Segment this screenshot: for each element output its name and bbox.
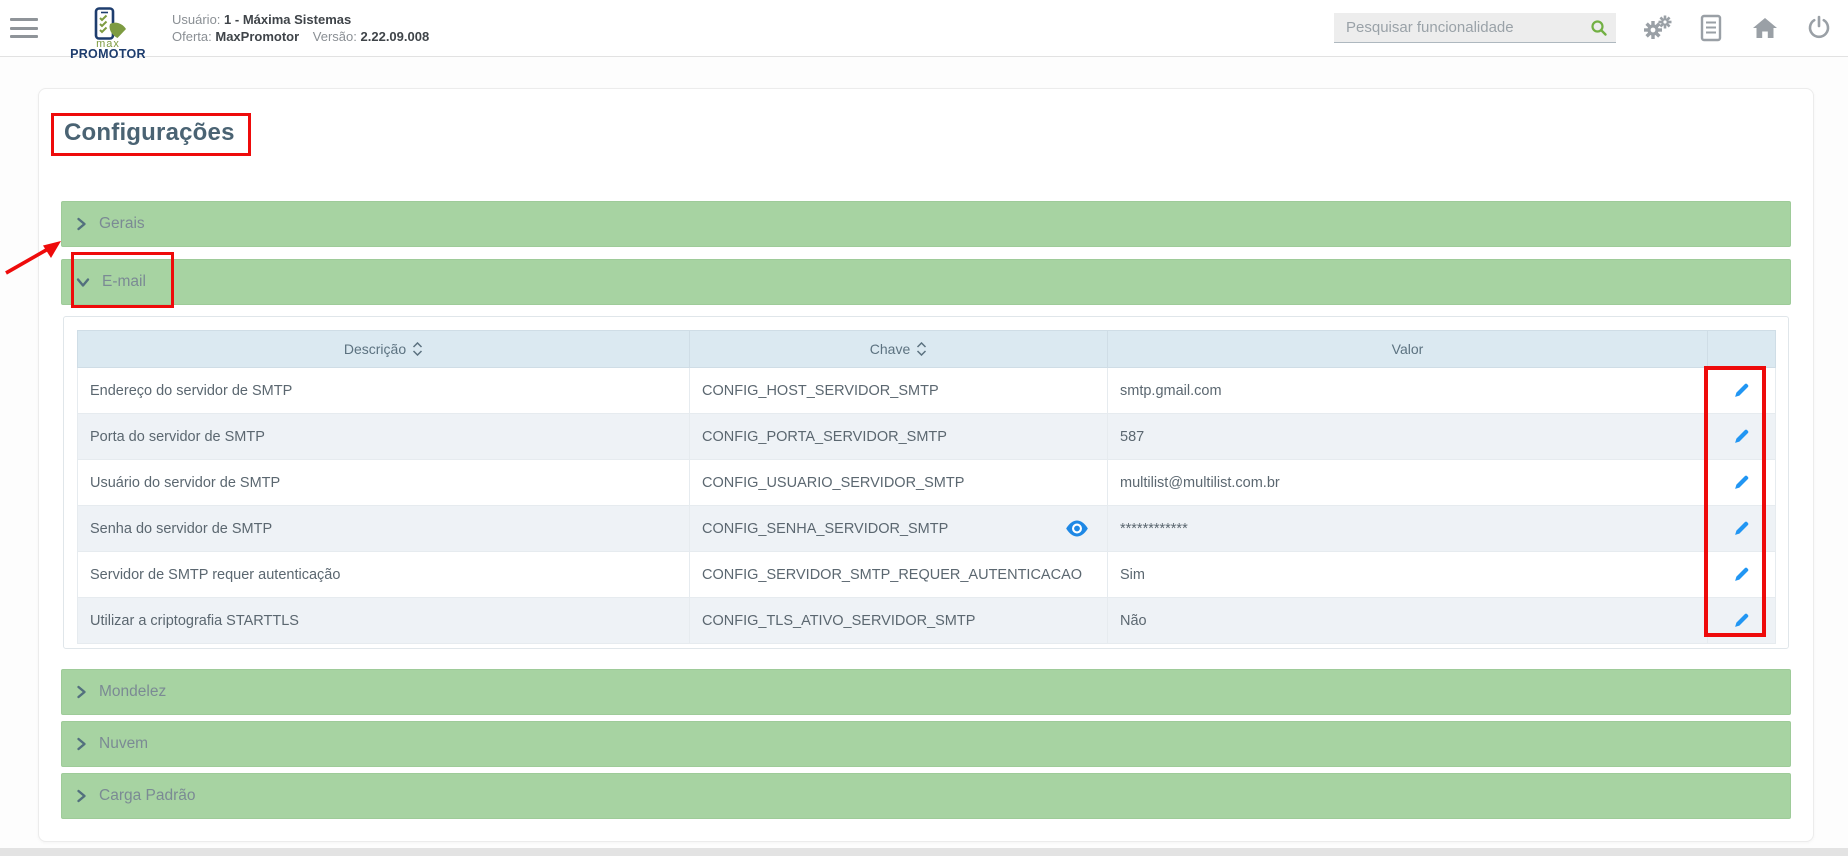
table-row: Senha do servidor de SMTP CONFIG_SENHA_S… — [77, 505, 1776, 552]
document-icon[interactable] — [1696, 13, 1726, 43]
cell-descricao: Servidor de SMTP requer autenticação — [77, 551, 690, 598]
session-info: Usuário: 1 - Máxima Sistemas Oferta: Max… — [172, 11, 429, 45]
column-header-descricao[interactable]: Descrição — [77, 330, 690, 368]
search-input[interactable] — [1334, 19, 1582, 36]
cell-valor: ************ — [1107, 505, 1708, 552]
user-value: 1 - Máxima Sistemas — [224, 12, 352, 27]
edit-pencil-icon[interactable] — [1729, 516, 1755, 542]
app-window: max PROMOTOR Usuário: 1 - Máxima Sistema… — [0, 0, 1848, 856]
email-config-table: Descrição Chave Valor Endereço do servid… — [77, 330, 1776, 644]
cell-valor: multilist@multilist.com.br — [1107, 459, 1708, 506]
cell-chave: CONFIG_USUARIO_SERVIDOR_SMTP — [689, 459, 1108, 506]
accordion-label: E-mail — [102, 273, 146, 290]
search-icon[interactable] — [1582, 14, 1616, 42]
user-label: Usuário: — [172, 12, 221, 27]
edit-pencil-icon[interactable] — [1729, 608, 1755, 634]
cell-valor: 587 — [1107, 413, 1708, 460]
cell-chave: CONFIG_TLS_ATIVO_SERVIDOR_SMTP — [689, 597, 1108, 644]
feature-search — [1334, 13, 1616, 43]
table-row: Utilizar a criptografia STARTTLS CONFIG_… — [77, 597, 1776, 644]
annotation-title-box: Configurações — [51, 113, 251, 156]
home-icon[interactable] — [1750, 13, 1780, 43]
offer-value: MaxPromotor — [215, 29, 300, 44]
accordion-label: Mondelez — [99, 683, 167, 700]
version-value: 2.22.09.008 — [360, 29, 430, 44]
accordion-email[interactable]: E-mail — [61, 259, 1791, 305]
cell-chave: CONFIG_PORTA_SERVIDOR_SMTP — [689, 413, 1108, 460]
chevron-right-icon — [76, 217, 87, 231]
email-settings-panel: Descrição Chave Valor Endereço do servid… — [63, 316, 1789, 649]
logo-text-promotor: PROMOTOR — [70, 47, 146, 61]
settings-gears-icon[interactable] — [1642, 13, 1672, 43]
sort-icon[interactable] — [916, 342, 927, 356]
logo-phone-icon — [94, 7, 126, 40]
column-header-chave[interactable]: Chave — [689, 330, 1108, 368]
cell-descricao: Usuário do servidor de SMTP — [77, 459, 690, 506]
accordion-label: Nuvem — [99, 735, 149, 752]
hamburger-menu-icon[interactable] — [10, 18, 40, 38]
chevron-down-icon — [76, 277, 90, 288]
cell-chave: CONFIG_SENHA_SERVIDOR_SMTP — [689, 505, 1108, 552]
cell-chave: CONFIG_SERVIDOR_SMTP_REQUER_AUTENTICACAO — [689, 551, 1108, 598]
cell-descricao: Porta do servidor de SMTP — [77, 413, 690, 460]
table-row: Endereço do servidor de SMTP CONFIG_HOST… — [77, 367, 1776, 414]
chevron-right-icon — [76, 685, 87, 699]
cell-valor: smtp.gmail.com — [1107, 367, 1708, 414]
accordion-nuvem[interactable]: Nuvem — [61, 721, 1791, 767]
bottom-strip — [0, 848, 1848, 856]
cell-descricao: Senha do servidor de SMTP — [77, 505, 690, 552]
table-row: Porta do servidor de SMTP CONFIG_PORTA_S… — [77, 413, 1776, 460]
edit-pencil-icon[interactable] — [1729, 562, 1755, 588]
show-password-eye-icon[interactable] — [1065, 520, 1089, 537]
content-card: Configurações Gerais E-mail Descrição Ch… — [38, 88, 1814, 842]
table-row: Usuário do servidor de SMTP CONFIG_USUAR… — [77, 459, 1776, 506]
cell-chave: CONFIG_HOST_SERVIDOR_SMTP — [689, 367, 1108, 414]
page-title: Configurações — [64, 119, 235, 146]
cell-descricao: Endereço do servidor de SMTP — [77, 367, 690, 414]
cell-valor: Não — [1107, 597, 1708, 644]
column-header-valor: Valor — [1107, 330, 1708, 368]
edit-pencil-icon[interactable] — [1729, 424, 1755, 450]
top-bar: max PROMOTOR Usuário: 1 - Máxima Sistema… — [0, 0, 1848, 61]
chevron-right-icon — [76, 737, 87, 751]
accordion-mondelez[interactable]: Mondelez — [61, 669, 1791, 715]
edit-pencil-icon[interactable] — [1729, 378, 1755, 404]
cell-descricao: Utilizar a criptografia STARTTLS — [77, 597, 690, 644]
app-logo: max PROMOTOR — [56, 7, 160, 61]
power-icon[interactable] — [1804, 13, 1834, 43]
table-header-row: Descrição Chave Valor — [77, 330, 1776, 368]
chevron-right-icon — [76, 789, 87, 803]
version-label: Versão: — [312, 29, 357, 44]
accordion-gerais[interactable]: Gerais — [61, 201, 1791, 247]
column-header-actions — [1707, 330, 1776, 368]
cell-valor: Sim — [1107, 551, 1708, 598]
offer-label: Oferta: — [172, 29, 212, 44]
sort-icon[interactable] — [412, 342, 423, 356]
accordion-carga-padrao[interactable]: Carga Padrão — [61, 773, 1791, 819]
accordion-label: Carga Padrão — [99, 787, 196, 804]
table-row: Servidor de SMTP requer autenticação CON… — [77, 551, 1776, 598]
edit-pencil-icon[interactable] — [1729, 470, 1755, 496]
accordion-label: Gerais — [99, 215, 145, 232]
